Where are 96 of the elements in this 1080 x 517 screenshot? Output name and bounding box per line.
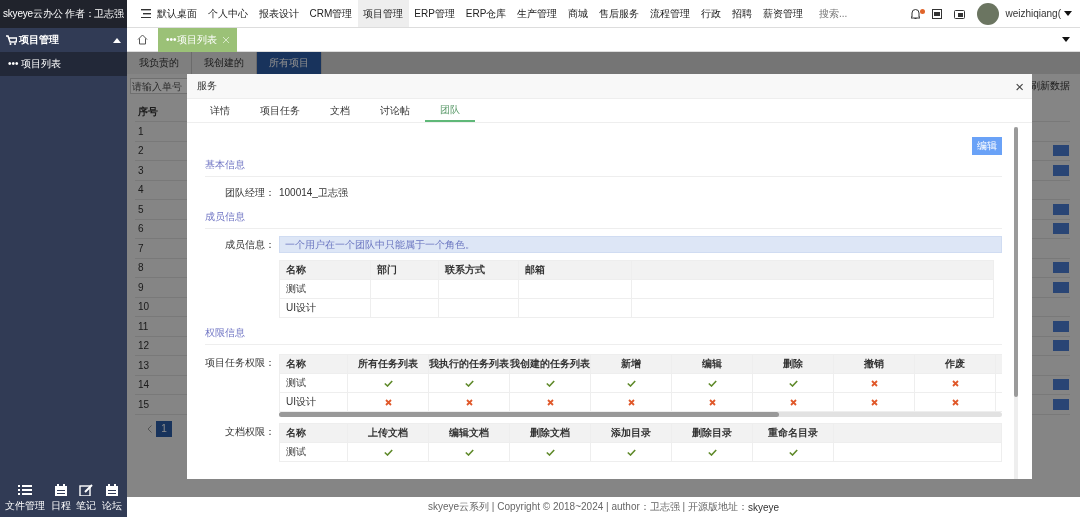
cart-icon <box>6 35 17 45</box>
field-value: 100014_卫志强 <box>279 186 348 200</box>
nav-item[interactable]: 商城 <box>562 0 594 27</box>
column-header: 所有任务列表 <box>347 354 429 374</box>
column-header: 联系方式 <box>438 260 519 280</box>
row-action-button[interactable] <box>1053 340 1069 352</box>
column-header: 新增 <box>590 354 672 374</box>
row-action-button[interactable] <box>1053 145 1069 157</box>
section-heading: 权限信息 <box>205 323 1002 345</box>
column-header: 删除目录 <box>671 423 753 443</box>
sub-tab[interactable]: 所有项目 <box>257 52 322 74</box>
row-action-button[interactable] <box>1053 398 1069 410</box>
home-icon[interactable] <box>137 34 148 45</box>
column-header: 上传文档 <box>347 423 429 443</box>
nav-item[interactable]: 行政 <box>695 0 727 27</box>
row-action-button[interactable] <box>1053 203 1069 215</box>
row-action-button[interactable] <box>1053 262 1069 274</box>
dialog-tab[interactable]: 讨论帖 <box>365 99 425 122</box>
column-header: 删除 <box>752 354 834 374</box>
nav-item[interactable]: 报表设计 <box>253 0 304 27</box>
caret-icon <box>1064 11 1072 16</box>
edit-icon <box>79 484 94 496</box>
row-action-button[interactable] <box>1053 379 1069 391</box>
row-action-button[interactable] <box>1053 223 1069 235</box>
nav-item[interactable]: 默认桌面 <box>151 0 202 27</box>
nav-item[interactable]: 招聘 <box>726 0 758 27</box>
column-header: 删除文档 <box>509 423 591 443</box>
calendar-icon <box>105 484 120 496</box>
table-cell: 测试 <box>279 442 348 462</box>
column-header: 名称 <box>279 423 348 443</box>
column-header: 撤销 <box>833 354 915 374</box>
calendar-icon <box>53 484 68 496</box>
sidebar-bottom-item[interactable]: 日程 <box>50 484 71 513</box>
table-cell: 测试 <box>279 373 348 393</box>
sidebar-bottom-item[interactable]: 笔记 <box>76 484 97 513</box>
dialog-tab[interactable]: 文档 <box>315 99 365 122</box>
field-label: 成员信息： <box>224 238 276 252</box>
column-header: 编辑文档 <box>428 423 510 443</box>
nav-item[interactable]: 流程管理 <box>644 0 696 27</box>
column-header: 我执行的任务列表 <box>428 354 510 374</box>
column-header: 编辑 <box>671 354 753 374</box>
row-action-button[interactable] <box>1053 320 1069 332</box>
nav-item[interactable]: CRM管理 <box>304 0 358 27</box>
nav-item[interactable]: ERP管理 <box>408 0 461 27</box>
vertical-scrollbar[interactable] <box>1014 127 1018 479</box>
window-icon[interactable] <box>954 8 966 19</box>
close-button[interactable]: × <box>1015 78 1024 94</box>
nav-item[interactable]: 薪资管理 <box>757 0 809 27</box>
submenu-item[interactable]: ••• 项目列表 <box>0 52 127 76</box>
nav-item[interactable]: 个人中心 <box>202 0 253 27</box>
table-cell: UI设计 <box>279 392 348 412</box>
footer-link[interactable]: skyeye <box>747 501 780 513</box>
close-icon[interactable] <box>222 36 229 43</box>
column-header: 名称 <box>279 260 371 280</box>
list-icon <box>17 484 32 496</box>
nav-item[interactable]: 售后服务 <box>593 0 645 27</box>
section-heading: 基本信息 <box>205 155 1002 177</box>
dialog-title: 服务 <box>197 79 217 93</box>
sub-tab[interactable]: 我负责的 <box>127 52 192 74</box>
field-label: 项目任务权限： <box>205 356 276 370</box>
order-search-field[interactable]: 请输入单号 <box>130 78 188 94</box>
page-number[interactable]: 1 <box>156 420 172 437</box>
picture-icon[interactable] <box>932 8 943 19</box>
column-header: 重命名目录 <box>752 423 834 443</box>
column-header: 添加目录 <box>590 423 672 443</box>
column-header: 部门 <box>370 260 439 280</box>
bell-icon[interactable] <box>911 8 921 19</box>
sidebar-bottom-item[interactable]: 文件管理 <box>4 484 45 513</box>
chevron-left-icon[interactable] <box>147 424 152 433</box>
row-action-button[interactable] <box>1053 281 1069 293</box>
info-notice: 一个用户在一个团队中只能属于一个角色。 <box>279 236 1002 253</box>
menu-icon[interactable] <box>141 9 151 18</box>
table-cell: 测试 <box>279 279 371 299</box>
table-cell: UI设计 <box>279 298 371 318</box>
field-label: 团队经理： <box>224 186 276 200</box>
horizontal-scrollbar[interactable] <box>279 412 1002 417</box>
column-header: 邮箱 <box>518 260 632 280</box>
column-header: 作废 <box>914 354 996 374</box>
dialog-tab[interactable]: 团队 <box>425 99 475 122</box>
nav-item[interactable]: 项目管理 <box>357 0 409 27</box>
dialog-tab[interactable]: 详情 <box>195 99 245 122</box>
section-heading: 成员信息 <box>205 207 1002 229</box>
caret-icon[interactable] <box>1062 37 1070 42</box>
nav-item[interactable]: ERP仓库 <box>460 0 512 27</box>
row-action-button[interactable] <box>1053 164 1069 176</box>
sub-tab[interactable]: 我创建的 <box>192 52 257 74</box>
brand-title: skyeye云办公 作者：卫志强 <box>0 0 127 28</box>
user-menu[interactable]: weizhiqiang( <box>1005 8 1072 19</box>
column-header: 名称 <box>279 354 348 374</box>
sidebar-bottom-item[interactable]: 论坛 <box>102 484 123 513</box>
field-label: 文档权限： <box>224 425 276 439</box>
menu-item[interactable]: 项目管理 <box>0 28 127 52</box>
column-header: 我创建的任务列表 <box>509 354 591 374</box>
dialog-tab[interactable]: 项目任务 <box>245 99 315 122</box>
nav-item[interactable]: 生产管理 <box>511 0 563 27</box>
avatar[interactable] <box>977 2 1000 25</box>
